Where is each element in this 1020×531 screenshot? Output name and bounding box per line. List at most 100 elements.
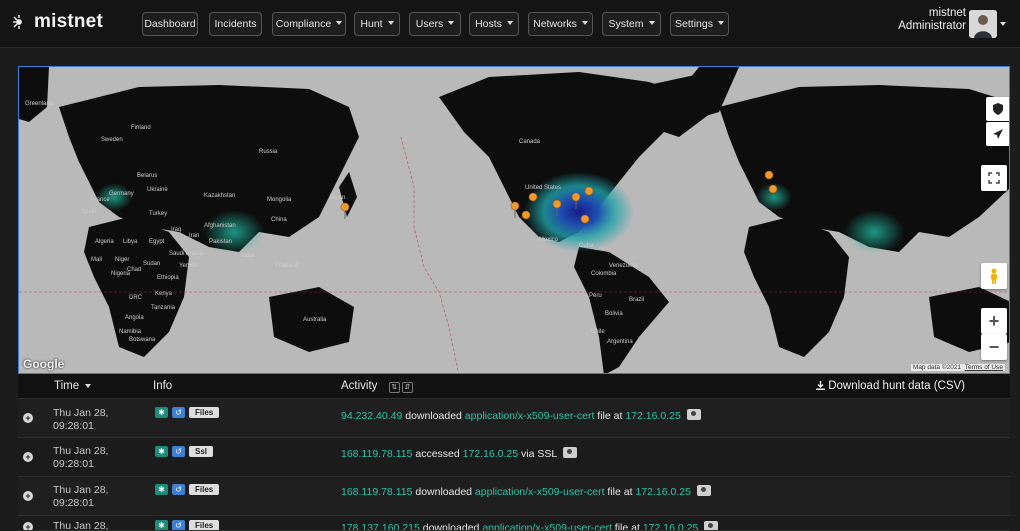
time-cell: Thu Jan 28, 09:28:01 (53, 407, 108, 433)
mime-type-link[interactable]: application/x-x509-user-cert (475, 486, 605, 498)
camera-icon[interactable] (696, 485, 711, 496)
nav-incidents[interactable]: Incidents (209, 12, 262, 36)
map-label: Libya (123, 239, 138, 245)
chevron-down-icon (336, 21, 343, 25)
map-label: Mongolia (267, 197, 292, 203)
refresh-icon[interactable]: ↺ (172, 407, 185, 418)
dest-ip-link[interactable]: 172.16.0.25 (463, 448, 518, 460)
map-label: Cuba (579, 243, 594, 249)
expand-row-icon[interactable]: + (23, 491, 33, 501)
sort-desc-icon (85, 384, 92, 388)
expand-row-icon[interactable]: + (23, 413, 33, 423)
refresh-icon[interactable]: ↺ (172, 484, 185, 495)
activity-tail: via SSL (521, 448, 558, 460)
mime-type-link[interactable]: application/x-x509-user-cert (465, 410, 595, 422)
nav-networks[interactable]: Networks (528, 12, 593, 36)
map-label: Thailand (275, 263, 299, 269)
nav-settings[interactable]: Settings (670, 12, 729, 36)
user-avatar-icon (969, 10, 997, 38)
street-view-pegman-icon[interactable] (981, 263, 1007, 289)
activity-column-header: Activity ⇅ ⇵ (341, 380, 413, 393)
map-label: Mali (91, 257, 103, 263)
activity-text: 168.119.78.115 downloaded application/x-… (341, 485, 711, 498)
time-cell: Thu Jan 28, 09:28:01 (53, 484, 108, 510)
table-row[interactable]: + Thu Jan 28, 09:28:01 ✱ ↺ Ssl 168.119.78… (18, 439, 1010, 477)
user-info[interactable]: mistnet Administrator (898, 7, 966, 33)
map-label: Saudi Arabia (169, 251, 204, 257)
camera-icon[interactable] (563, 447, 578, 458)
table-header: Time Info Activity ⇅ ⇵ Download hunt data… (18, 374, 1010, 399)
nav-compliance[interactable]: Compliance (272, 12, 346, 36)
bug-icon[interactable]: ✱ (155, 520, 168, 530)
fullscreen-icon[interactable] (981, 165, 1007, 191)
refresh-icon[interactable]: ↺ (172, 520, 185, 530)
row-time: 09:28:01 (53, 420, 94, 432)
files-tag[interactable]: Files (189, 484, 220, 495)
source-ip-link[interactable]: 94.232.40.49 (341, 410, 402, 422)
files-tag[interactable]: Files (189, 407, 220, 418)
files-tag[interactable]: Files (189, 520, 220, 530)
bug-icon[interactable]: ✱ (155, 407, 168, 418)
map-label: Afghanistan (204, 223, 236, 229)
dest-ip-link[interactable]: 172.16.0.25 (643, 522, 698, 530)
dest-ip-link[interactable]: 172.16.0.25 (635, 486, 690, 498)
terms-link[interactable]: Terms of Use (965, 364, 1003, 371)
time-column-header[interactable]: Time (54, 380, 92, 392)
table-row[interactable]: + Thu Jan 28, ✱ ↺ Files 178.137.160.215 … (18, 517, 1010, 531)
avatar[interactable] (969, 10, 997, 38)
nav-label: Incidents (214, 18, 257, 30)
bug-icon[interactable]: ✱ (155, 484, 168, 495)
source-ip-link[interactable]: 168.119.78.115 (341, 448, 412, 460)
map-label: Greenland (25, 101, 54, 107)
info-column-header: Info (153, 380, 173, 392)
row-time: 09:28:01 (53, 458, 94, 470)
map-label: Tanzania (151, 305, 176, 311)
table-row[interactable]: + Thu Jan 28, 09:28:01 ✱ ↺ Files 94.232.4… (18, 400, 1010, 438)
ssl-tag[interactable]: Ssl (189, 446, 214, 457)
nav-hunt[interactable]: Hunt (354, 12, 400, 36)
bug-icon[interactable]: ✱ (155, 446, 168, 457)
compass-icon[interactable] (986, 122, 1009, 146)
map-label: United States (525, 185, 562, 191)
dest-ip-link[interactable]: 172.16.0.25 (625, 410, 680, 422)
map-label: Chile (591, 329, 605, 335)
map-label: France (91, 197, 110, 203)
sort-toggle-icon[interactable]: ⇵ (401, 382, 413, 393)
brand-logo[interactable]: mistnet (10, 11, 103, 33)
map-label: DRC (129, 295, 142, 301)
camera-icon[interactable] (686, 409, 701, 420)
expand-row-icon[interactable]: + (23, 522, 33, 530)
nav-label: Networks (533, 18, 577, 30)
table-row[interactable]: + Thu Jan 28, 09:28:01 ✱ ↺ Files 168.119.… (18, 478, 1010, 516)
shield-icon[interactable] (986, 97, 1009, 121)
zoom-in-label: + (988, 310, 1000, 331)
nav-system[interactable]: System (602, 12, 661, 36)
nav-hosts[interactable]: Hosts (469, 12, 519, 36)
map-label: China (271, 217, 287, 223)
world-map[interactable]: Greenland Finland Sweden Russia Belarus … (18, 66, 1010, 374)
user-role: Administrator (898, 20, 966, 32)
chevron-down-icon (717, 21, 724, 25)
top-navbar: mistnet Dashboard Incidents Compliance H… (0, 0, 1020, 48)
source-ip-link[interactable]: 168.119.78.115 (341, 486, 412, 498)
nav-label: Hunt (360, 18, 383, 30)
google-logo: Google (23, 357, 65, 371)
download-csv-button[interactable]: Download hunt data (CSV) (816, 380, 965, 392)
expand-row-icon[interactable]: + (23, 452, 33, 462)
source-ip-link[interactable]: 178.137.160.215 (341, 522, 420, 530)
zoom-out-button[interactable]: − (981, 334, 1007, 360)
zoom-in-button[interactable]: + (981, 308, 1007, 334)
mime-type-link[interactable]: application/x-x509-user-cert (482, 522, 612, 530)
activity-verb: downloaded (405, 410, 462, 422)
nav-label: System (608, 18, 644, 30)
map-label: Algeria (95, 239, 114, 245)
map-attribution: Map data ©2021 Terms of Use (910, 364, 1005, 371)
chevron-down-icon (581, 21, 588, 25)
nav-dashboard[interactable]: Dashboard (142, 12, 198, 36)
chevron-down-icon[interactable] (1000, 22, 1006, 26)
camera-icon[interactable] (704, 521, 719, 530)
refresh-icon[interactable]: ↺ (172, 446, 185, 457)
sort-toggle-icon[interactable]: ⇅ (388, 382, 400, 393)
map-label: Pakistan (209, 239, 233, 245)
nav-users[interactable]: Users (409, 12, 461, 36)
